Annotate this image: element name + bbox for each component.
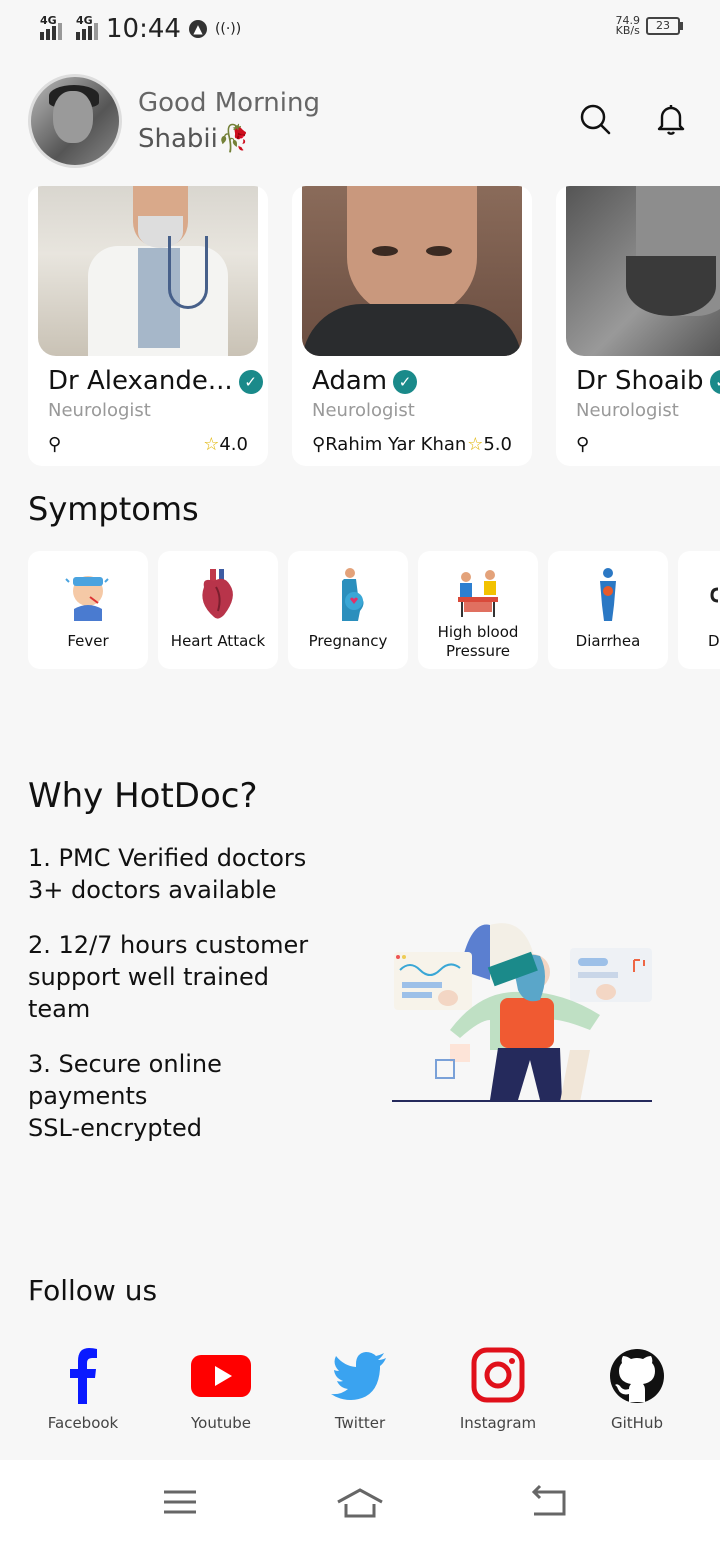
twitter-icon[interactable] (328, 1344, 392, 1408)
symptom-label: D (708, 632, 720, 650)
clock: 10:44 (106, 14, 181, 44)
social-twitter[interactable]: Twitter (300, 1344, 420, 1432)
app-notification-icon: ▲ (188, 20, 207, 38)
greeting: Good Morning (138, 88, 320, 118)
symptom-label: Heart Attack (170, 632, 266, 650)
youtube-icon[interactable] (189, 1344, 253, 1408)
star-icon: ☆ (203, 434, 220, 455)
symptom-card[interactable]: D (678, 551, 720, 669)
doctor-specialty: Neurologist (576, 400, 679, 421)
doctor-name: Dr Shoaib (576, 366, 704, 396)
symptoms-carousel[interactable]: Fever Heart Attack Pregnancy High blood … (28, 551, 720, 671)
symptoms-title: Symptoms (28, 490, 199, 528)
social-youtube[interactable]: Youtube (161, 1344, 281, 1432)
notification-bell-icon[interactable] (654, 102, 688, 136)
signal-icon: 4G (76, 14, 98, 40)
home-icon[interactable] (336, 1482, 384, 1522)
social-label: Facebook (47, 1414, 119, 1432)
doctor-location: Rahim Yar Khan (325, 434, 467, 455)
symptom-card-fever[interactable]: Fever (28, 551, 148, 669)
symptom-icon (710, 587, 719, 603)
why-point: 3. Secure online payments SSL-encrypted (28, 1050, 222, 1142)
github-icon[interactable] (605, 1344, 669, 1408)
symptom-card-heart-attack[interactable]: Heart Attack (158, 551, 278, 669)
social-github[interactable]: GitHub (577, 1344, 697, 1432)
back-icon[interactable] (530, 1482, 570, 1522)
doctor-photo (38, 186, 258, 356)
doctor-carousel[interactable]: Dr Alexande... ✓ Neurologist ⚲ ☆4.0 Adam ✓… (28, 186, 720, 466)
doctor-specialty: Neurologist (312, 400, 415, 421)
hotspot-icon: ((·)) (214, 21, 242, 37)
fever-icon (65, 576, 109, 621)
social-label: Instagram (459, 1414, 537, 1432)
social-label: GitHub (611, 1414, 663, 1432)
why-point: 1. PMC Verified doctors 3+ doctors availa… (28, 844, 307, 904)
doctor-card[interactable]: Dr Shoaib✓ Neurologist ⚲ (556, 186, 720, 466)
social-label: Twitter (334, 1414, 386, 1432)
why-illustration (392, 923, 652, 1102)
doctor-rating: 5.0 (483, 434, 512, 455)
why-list: 1. PMC Verified doctors 3+ doctors availa… (28, 842, 348, 1167)
menu-icon[interactable] (160, 1482, 200, 1522)
location-pin-icon: ⚲ (48, 434, 62, 455)
doctor-card[interactable]: Dr Alexande... ✓ Neurologist ⚲ ☆4.0 (28, 186, 268, 466)
doctor-rating: 4.0 (219, 434, 248, 455)
symptom-card-diarrhea[interactable]: Diarrhea (548, 551, 668, 669)
instagram-icon[interactable] (466, 1344, 530, 1408)
symptom-label: Diarrhea (575, 632, 641, 650)
doctor-photo (302, 186, 522, 356)
symptom-card-pregnancy[interactable]: Pregnancy (288, 551, 408, 669)
verified-badge-icon: ✓ (238, 369, 263, 394)
verified-badge-icon: ✓ (709, 369, 720, 394)
symptom-label: Fever (67, 632, 109, 650)
star-icon: ☆ (467, 434, 484, 455)
social-label: Youtube (191, 1414, 251, 1432)
symptom-label: Pregnancy (308, 632, 388, 650)
follow-title: Follow us (28, 1274, 158, 1307)
doctor-card[interactable]: Adam ✓ Neurologist ⚲Rahim Yar Khan ☆5.0 (292, 186, 532, 466)
why-title: Why HotDoc? (28, 776, 258, 816)
search-icon[interactable] (578, 102, 612, 136)
status-bar: 4G 4G 10:44 ▲ ((·)) 74.9 KB/s 23 (0, 0, 720, 56)
header: Good Morning Shabii🥀 (28, 74, 698, 168)
heart-icon (202, 569, 233, 619)
pregnancy-icon (342, 568, 364, 621)
social-instagram[interactable]: Instagram (438, 1344, 558, 1432)
doctor-name: Dr Alexande... (48, 366, 233, 396)
verified-badge-icon: ✓ (393, 369, 418, 394)
doctor-specialty: Neurologist (48, 400, 151, 421)
network-speed: 74.9 KB/s (615, 14, 641, 37)
battery-icon: 23 (646, 17, 683, 35)
why-point: 2. 12/7 hours customer support well train… (28, 931, 309, 1023)
signal-icon: 4G (40, 14, 62, 40)
system-nav-bar (0, 1460, 720, 1544)
location-pin-icon: ⚲ (576, 434, 590, 455)
doctor-photo (566, 186, 720, 356)
facebook-icon[interactable] (51, 1344, 115, 1408)
user-name: Shabii🥀 (138, 124, 251, 154)
diarrhea-icon (600, 568, 616, 621)
social-facebook[interactable]: Facebook (23, 1344, 143, 1432)
location-pin-icon: ⚲ (312, 434, 326, 455)
avatar[interactable] (28, 74, 122, 168)
doctor-name: Adam (312, 366, 388, 396)
symptom-card-high-blood-pressure[interactable]: High blood Pressure (418, 551, 538, 669)
blood-pressure-icon (458, 570, 498, 617)
symptom-label: High blood Pressure (437, 623, 519, 660)
social-links: Facebook Youtube Twitter Instagram GitHu… (0, 1344, 720, 1434)
